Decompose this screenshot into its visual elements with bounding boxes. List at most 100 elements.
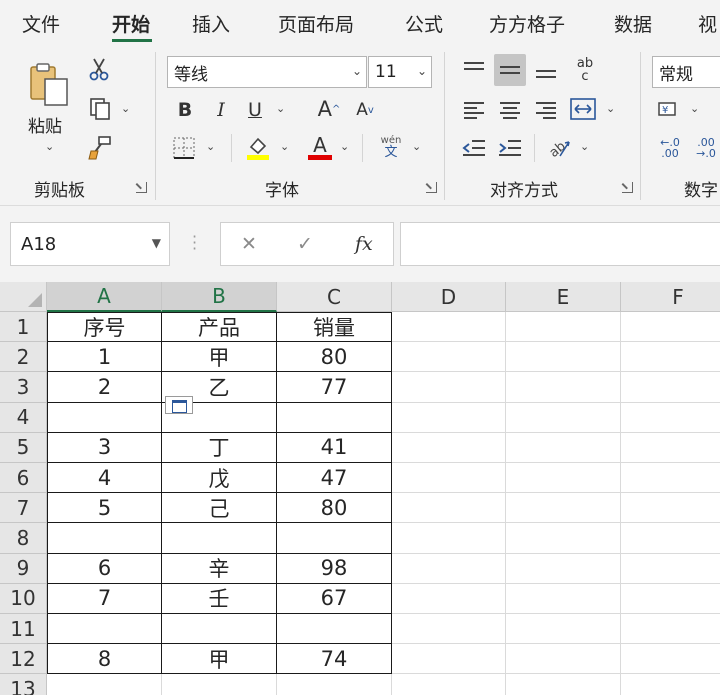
cell-b10[interactable]: 壬 <box>162 583 277 614</box>
cell-e2[interactable] <box>506 342 621 373</box>
cell-c12[interactable]: 74 <box>277 644 392 675</box>
copy-dropdown-icon[interactable]: ⌄ <box>121 102 130 115</box>
select-all-button[interactable] <box>0 282 47 312</box>
font-color-dropdown-icon[interactable]: ⌄ <box>340 140 349 153</box>
row-header[interactable]: 11 <box>0 614 47 645</box>
cell-a2[interactable]: 1 <box>47 342 162 373</box>
cell-b5[interactable]: 丁 <box>162 432 277 463</box>
italic-icon[interactable]: I <box>208 96 234 124</box>
cell-d4[interactable] <box>392 402 506 433</box>
align-center-icon[interactable] <box>496 96 524 124</box>
paste-label[interactable]: 粘贴 <box>28 112 62 137</box>
insert-function-icon[interactable]: fx <box>355 233 373 255</box>
cell-a7[interactable]: 5 <box>47 493 162 524</box>
phonetic-dropdown-icon[interactable]: ⌄ <box>412 140 421 153</box>
copy-icon[interactable] <box>86 96 114 122</box>
align-left-icon[interactable] <box>460 96 488 124</box>
cell-f9[interactable] <box>621 554 720 584</box>
row-header[interactable]: 7 <box>0 493 47 524</box>
cell-e10[interactable] <box>506 583 621 614</box>
number-format-combo[interactable]: 常规 <box>652 56 720 88</box>
merge-center-icon[interactable] <box>568 94 598 124</box>
paste-icon[interactable] <box>24 60 74 110</box>
paste-dropdown-icon[interactable]: ⌄ <box>45 140 54 153</box>
quick-analysis-icon[interactable] <box>165 396 193 414</box>
cell-c13[interactable] <box>277 674 392 695</box>
cut-icon[interactable] <box>86 56 112 82</box>
cell-c2[interactable]: 80 <box>277 342 392 373</box>
cell-e11[interactable] <box>506 614 621 645</box>
cell-b9[interactable]: 辛 <box>162 553 277 584</box>
cell-c8[interactable] <box>277 523 392 554</box>
tab-page-layout[interactable]: 页面布局 <box>278 10 354 37</box>
cell-e4[interactable] <box>506 402 621 433</box>
cell-a4[interactable] <box>47 402 162 433</box>
cell-f6[interactable] <box>621 463 720 494</box>
cell-f5[interactable] <box>621 433 720 463</box>
align-top-icon[interactable] <box>460 56 488 84</box>
cell-a6[interactable]: 4 <box>47 463 162 494</box>
row-header[interactable]: 3 <box>0 372 47 403</box>
cell-d9[interactable] <box>392 553 506 584</box>
cell-a12[interactable]: 8 <box>47 644 162 675</box>
cell-c9[interactable]: 98 <box>277 553 392 584</box>
cell-b8[interactable] <box>162 523 277 554</box>
cell-d7[interactable] <box>392 493 506 524</box>
cell-c5[interactable]: 41 <box>277 432 392 463</box>
cell-b13[interactable] <box>162 674 277 695</box>
row-header[interactable]: 2 <box>0 342 47 373</box>
cell-b2[interactable]: 甲 <box>162 342 277 373</box>
row-header[interactable]: 8 <box>0 523 47 554</box>
tab-home[interactable]: 开始 <box>112 10 150 37</box>
cancel-icon[interactable]: ✕ <box>241 233 257 255</box>
cell-c6[interactable]: 47 <box>277 463 392 494</box>
row-header[interactable]: 6 <box>0 463 47 494</box>
cell-a13[interactable] <box>47 674 162 695</box>
row-header[interactable]: 10 <box>0 583 47 614</box>
cell-d3[interactable] <box>392 372 506 403</box>
cell-d6[interactable] <box>392 463 506 494</box>
align-right-icon[interactable] <box>532 96 560 124</box>
formula-bar-grip-icon[interactable]: · · · <box>192 229 197 257</box>
cell-b6[interactable]: 戊 <box>162 463 277 494</box>
cell-a3[interactable]: 2 <box>47 372 162 403</box>
column-header-b[interactable]: B <box>162 282 277 312</box>
cell-f1[interactable] <box>621 312 720 343</box>
cell-f2[interactable] <box>621 342 720 373</box>
decrease-decimal-icon[interactable]: .00 →.0 <box>692 134 720 162</box>
fill-color-icon[interactable] <box>244 132 272 162</box>
underline-icon[interactable]: U <box>242 96 268 124</box>
font-name-combo[interactable]: 等线 ⌄ <box>167 56 367 88</box>
accounting-format-icon[interactable]: ¥ <box>656 96 684 124</box>
cell-d8[interactable] <box>392 523 506 554</box>
align-middle-icon[interactable] <box>494 54 526 86</box>
row-header[interactable]: 1 <box>0 312 47 343</box>
row-header[interactable]: 4 <box>0 402 47 433</box>
cell-a10[interactable]: 7 <box>47 583 162 614</box>
align-bottom-icon[interactable] <box>532 56 560 84</box>
cell-e12[interactable] <box>506 644 621 675</box>
cell-e3[interactable] <box>506 372 621 403</box>
orientation-icon[interactable]: ab <box>544 132 574 162</box>
row-header[interactable]: 12 <box>0 644 47 675</box>
column-header-d[interactable]: D <box>392 282 506 312</box>
cell-d13[interactable] <box>392 674 506 695</box>
cell-d12[interactable] <box>392 644 506 675</box>
cell-d2[interactable] <box>392 342 506 373</box>
tab-formulas[interactable]: 公式 <box>405 10 443 37</box>
cell-b12[interactable]: 甲 <box>162 644 277 675</box>
column-header-e[interactable]: E <box>506 282 621 312</box>
row-header[interactable]: 5 <box>0 432 47 463</box>
cell-e5[interactable] <box>506 432 621 463</box>
cell-a9[interactable]: 6 <box>47 553 162 584</box>
tab-file[interactable]: 文件 <box>22 10 60 37</box>
cell-c7[interactable]: 80 <box>277 493 392 524</box>
font-launcher-icon[interactable] <box>426 182 437 193</box>
increase-indent-icon[interactable] <box>496 134 524 162</box>
cell-a11[interactable] <box>47 614 162 645</box>
alignment-launcher-icon[interactable] <box>622 182 633 193</box>
cell-a5[interactable]: 3 <box>47 432 162 463</box>
name-box[interactable]: A18 ▼ <box>10 222 170 266</box>
tab-view[interactable]: 视 <box>698 10 717 37</box>
cell-c1[interactable]: 销量 <box>277 312 392 343</box>
